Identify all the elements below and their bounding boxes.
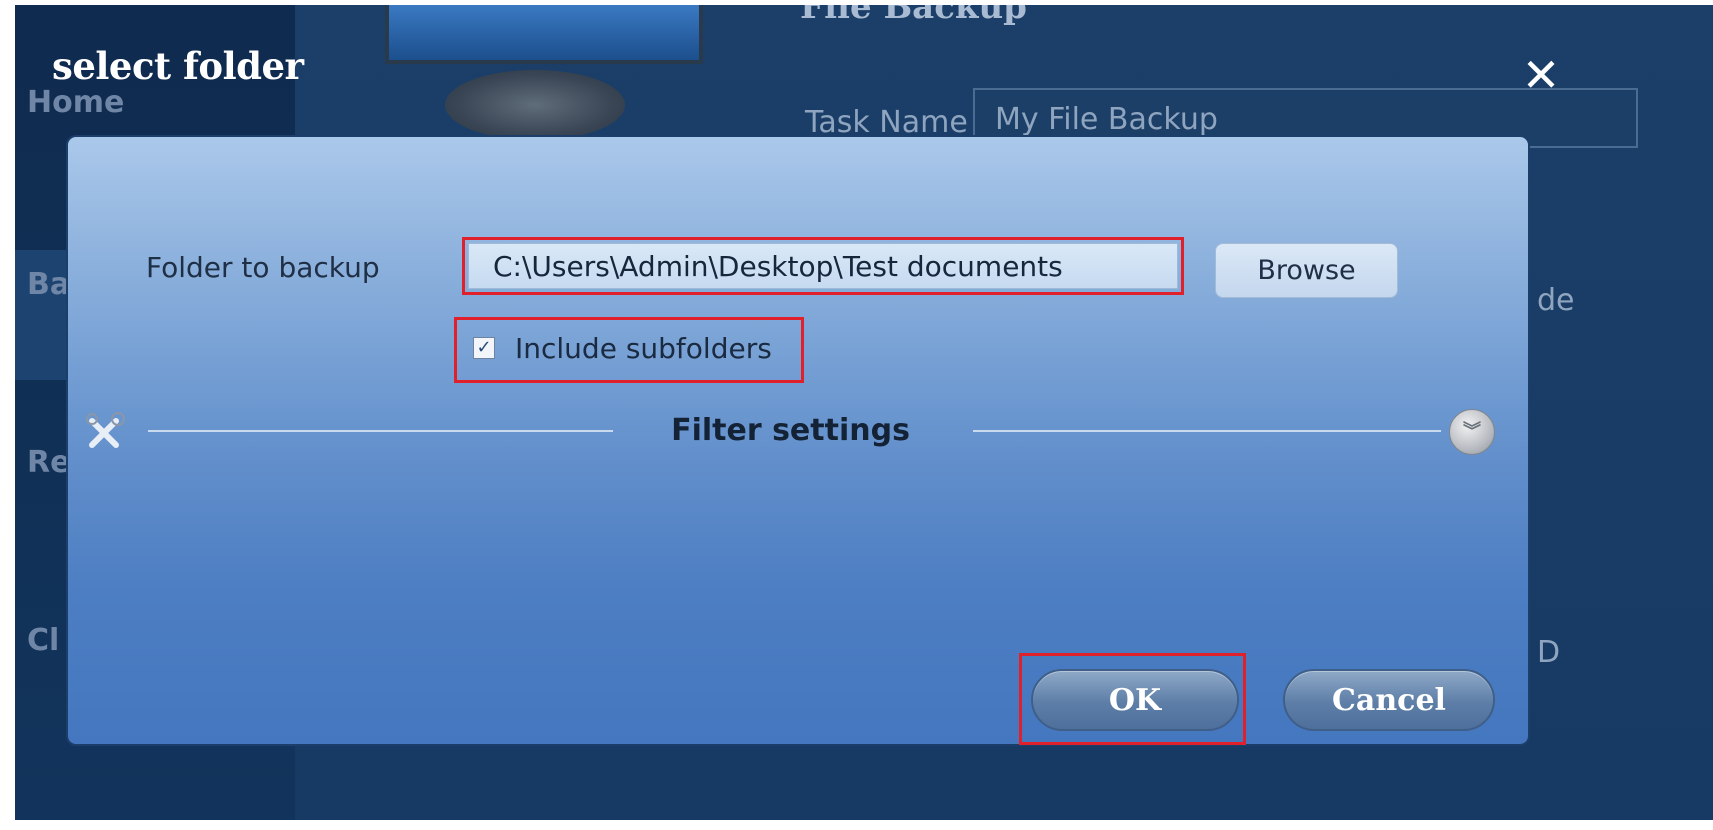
app-page-title: File Backup xyxy=(800,5,1027,27)
folder-to-backup-label: Folder to backup xyxy=(146,251,380,284)
close-icon[interactable]: ✕ xyxy=(1518,52,1564,98)
include-subfolders-label[interactable]: Include subfolders xyxy=(515,332,772,365)
background-fragment-text: de xyxy=(1537,283,1575,318)
chevron-down-icon[interactable]: ︾ xyxy=(1449,409,1495,455)
sidebar-item-clone[interactable]: Cl xyxy=(27,623,59,658)
include-subfolders-checkbox[interactable]: ✓ xyxy=(473,337,495,359)
filter-divider-left xyxy=(148,430,613,432)
tools-icon xyxy=(86,412,125,448)
select-folder-dialog: Folder to backup Browse ✓ Include subfol… xyxy=(68,137,1528,745)
sidebar-item-home[interactable]: Home xyxy=(27,85,124,120)
sidebar-item-restore[interactable]: Re xyxy=(27,445,70,480)
task-name-label: Task Name xyxy=(805,105,968,140)
dialog-title: select folder xyxy=(52,44,304,88)
monitor-icon xyxy=(375,5,705,145)
path-highlight-box xyxy=(462,237,1184,295)
folder-path-input[interactable] xyxy=(468,243,1178,289)
include-subfolders-highlight-box: ✓ Include subfolders xyxy=(454,317,804,383)
filter-divider-right xyxy=(973,430,1441,432)
background-fragment-text: D xyxy=(1537,635,1561,670)
ok-button[interactable]: OK xyxy=(1031,669,1239,731)
browse-button[interactable]: Browse xyxy=(1215,243,1398,298)
filter-settings-label[interactable]: Filter settings xyxy=(638,413,943,448)
cancel-button[interactable]: Cancel xyxy=(1283,669,1495,731)
sidebar-item-backup[interactable]: Ba xyxy=(27,267,70,302)
